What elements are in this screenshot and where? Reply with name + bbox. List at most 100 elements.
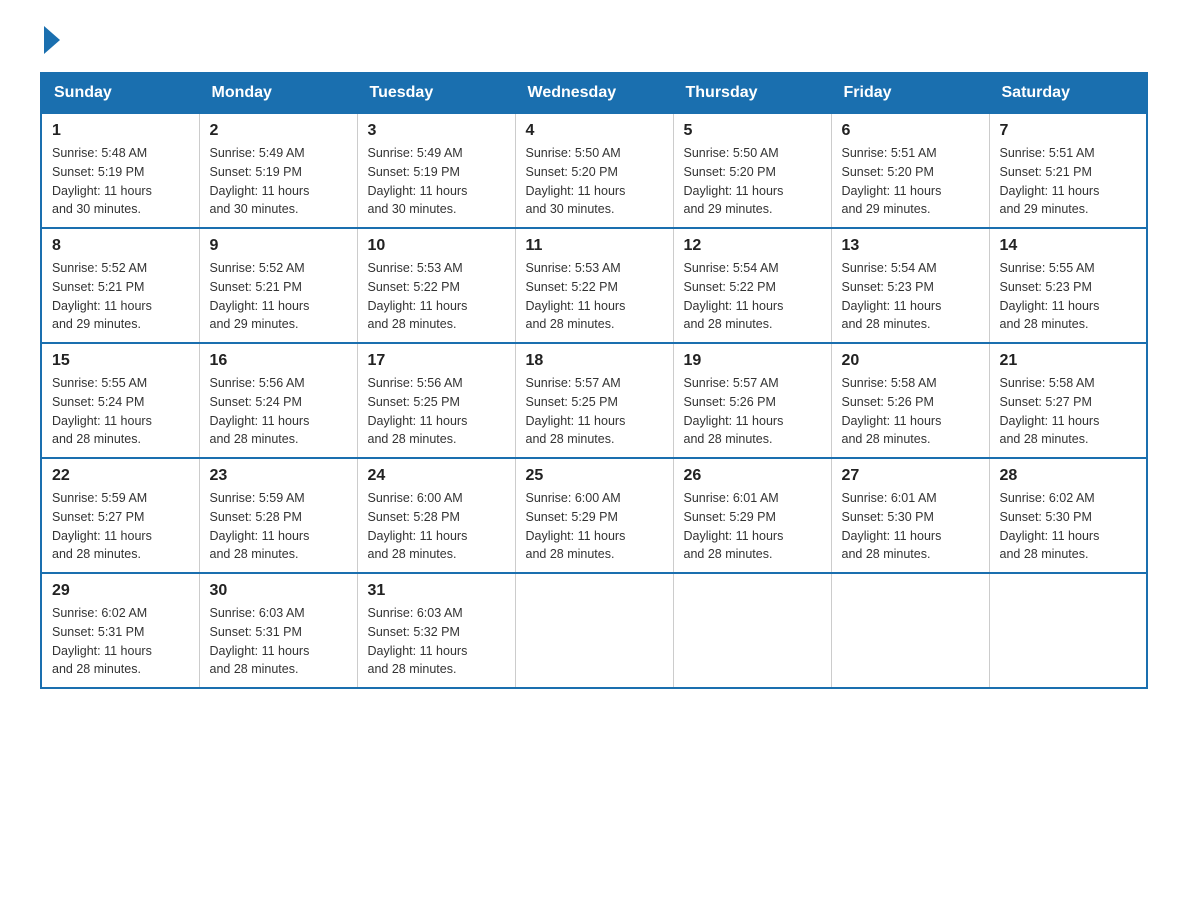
day-number: 31 — [368, 582, 505, 600]
calendar-cell: 1 Sunrise: 5:48 AM Sunset: 5:19 PM Dayli… — [41, 113, 199, 228]
day-number: 9 — [210, 237, 347, 255]
calendar-cell: 12 Sunrise: 5:54 AM Sunset: 5:22 PM Dayl… — [673, 228, 831, 343]
day-info: Sunrise: 5:51 AM Sunset: 5:21 PM Dayligh… — [1000, 144, 1137, 219]
calendar-cell: 8 Sunrise: 5:52 AM Sunset: 5:21 PM Dayli… — [41, 228, 199, 343]
calendar-cell: 31 Sunrise: 6:03 AM Sunset: 5:32 PM Dayl… — [357, 573, 515, 688]
calendar-cell: 7 Sunrise: 5:51 AM Sunset: 5:21 PM Dayli… — [989, 113, 1147, 228]
day-info: Sunrise: 6:00 AM Sunset: 5:29 PM Dayligh… — [526, 489, 663, 564]
day-info: Sunrise: 5:56 AM Sunset: 5:24 PM Dayligh… — [210, 374, 347, 449]
calendar-cell — [989, 573, 1147, 688]
calendar-cell: 11 Sunrise: 5:53 AM Sunset: 5:22 PM Dayl… — [515, 228, 673, 343]
calendar-cell: 4 Sunrise: 5:50 AM Sunset: 5:20 PM Dayli… — [515, 113, 673, 228]
calendar-cell: 18 Sunrise: 5:57 AM Sunset: 5:25 PM Dayl… — [515, 343, 673, 458]
day-info: Sunrise: 6:02 AM Sunset: 5:30 PM Dayligh… — [1000, 489, 1137, 564]
day-info: Sunrise: 6:03 AM Sunset: 5:32 PM Dayligh… — [368, 604, 505, 679]
day-number: 25 — [526, 467, 663, 485]
day-number: 20 — [842, 352, 979, 370]
calendar-cell: 13 Sunrise: 5:54 AM Sunset: 5:23 PM Dayl… — [831, 228, 989, 343]
day-number: 2 — [210, 122, 347, 140]
calendar-cell: 16 Sunrise: 5:56 AM Sunset: 5:24 PM Dayl… — [199, 343, 357, 458]
day-number: 15 — [52, 352, 189, 370]
day-info: Sunrise: 5:57 AM Sunset: 5:25 PM Dayligh… — [526, 374, 663, 449]
day-number: 29 — [52, 582, 189, 600]
day-number: 16 — [210, 352, 347, 370]
calendar-header-saturday: Saturday — [989, 73, 1147, 113]
day-number: 7 — [1000, 122, 1137, 140]
calendar-cell: 26 Sunrise: 6:01 AM Sunset: 5:29 PM Dayl… — [673, 458, 831, 573]
calendar-header-monday: Monday — [199, 73, 357, 113]
calendar-cell: 17 Sunrise: 5:56 AM Sunset: 5:25 PM Dayl… — [357, 343, 515, 458]
calendar-cell: 30 Sunrise: 6:03 AM Sunset: 5:31 PM Dayl… — [199, 573, 357, 688]
calendar-cell — [831, 573, 989, 688]
day-info: Sunrise: 6:02 AM Sunset: 5:31 PM Dayligh… — [52, 604, 189, 679]
logo — [40, 30, 60, 52]
day-info: Sunrise: 5:48 AM Sunset: 5:19 PM Dayligh… — [52, 144, 189, 219]
calendar-header-tuesday: Tuesday — [357, 73, 515, 113]
day-number: 28 — [1000, 467, 1137, 485]
calendar-table: SundayMondayTuesdayWednesdayThursdayFrid… — [40, 72, 1148, 689]
day-number: 6 — [842, 122, 979, 140]
day-number: 21 — [1000, 352, 1137, 370]
day-info: Sunrise: 5:51 AM Sunset: 5:20 PM Dayligh… — [842, 144, 979, 219]
day-info: Sunrise: 5:55 AM Sunset: 5:23 PM Dayligh… — [1000, 259, 1137, 334]
day-number: 17 — [368, 352, 505, 370]
calendar-week-row: 29 Sunrise: 6:02 AM Sunset: 5:31 PM Dayl… — [41, 573, 1147, 688]
day-number: 5 — [684, 122, 821, 140]
day-number: 26 — [684, 467, 821, 485]
calendar-week-row: 22 Sunrise: 5:59 AM Sunset: 5:27 PM Dayl… — [41, 458, 1147, 573]
calendar-cell: 28 Sunrise: 6:02 AM Sunset: 5:30 PM Dayl… — [989, 458, 1147, 573]
calendar-cell: 5 Sunrise: 5:50 AM Sunset: 5:20 PM Dayli… — [673, 113, 831, 228]
day-info: Sunrise: 5:49 AM Sunset: 5:19 PM Dayligh… — [210, 144, 347, 219]
logo-arrow-icon — [44, 26, 60, 54]
calendar-cell — [515, 573, 673, 688]
calendar-cell: 19 Sunrise: 5:57 AM Sunset: 5:26 PM Dayl… — [673, 343, 831, 458]
day-info: Sunrise: 5:53 AM Sunset: 5:22 PM Dayligh… — [368, 259, 505, 334]
day-number: 3 — [368, 122, 505, 140]
calendar-cell: 24 Sunrise: 6:00 AM Sunset: 5:28 PM Dayl… — [357, 458, 515, 573]
calendar-week-row: 8 Sunrise: 5:52 AM Sunset: 5:21 PM Dayli… — [41, 228, 1147, 343]
day-info: Sunrise: 5:54 AM Sunset: 5:22 PM Dayligh… — [684, 259, 821, 334]
calendar-header-row: SundayMondayTuesdayWednesdayThursdayFrid… — [41, 73, 1147, 113]
day-number: 23 — [210, 467, 347, 485]
calendar-cell: 25 Sunrise: 6:00 AM Sunset: 5:29 PM Dayl… — [515, 458, 673, 573]
day-number: 24 — [368, 467, 505, 485]
calendar-header-wednesday: Wednesday — [515, 73, 673, 113]
calendar-cell — [673, 573, 831, 688]
calendar-week-row: 15 Sunrise: 5:55 AM Sunset: 5:24 PM Dayl… — [41, 343, 1147, 458]
calendar-cell: 27 Sunrise: 6:01 AM Sunset: 5:30 PM Dayl… — [831, 458, 989, 573]
day-number: 12 — [684, 237, 821, 255]
day-info: Sunrise: 6:03 AM Sunset: 5:31 PM Dayligh… — [210, 604, 347, 679]
day-info: Sunrise: 5:59 AM Sunset: 5:27 PM Dayligh… — [52, 489, 189, 564]
day-info: Sunrise: 5:50 AM Sunset: 5:20 PM Dayligh… — [526, 144, 663, 219]
day-number: 19 — [684, 352, 821, 370]
day-number: 11 — [526, 237, 663, 255]
day-number: 1 — [52, 122, 189, 140]
calendar-cell: 9 Sunrise: 5:52 AM Sunset: 5:21 PM Dayli… — [199, 228, 357, 343]
day-info: Sunrise: 5:58 AM Sunset: 5:26 PM Dayligh… — [842, 374, 979, 449]
day-number: 30 — [210, 582, 347, 600]
day-number: 22 — [52, 467, 189, 485]
day-info: Sunrise: 5:53 AM Sunset: 5:22 PM Dayligh… — [526, 259, 663, 334]
calendar-header-sunday: Sunday — [41, 73, 199, 113]
calendar-cell: 21 Sunrise: 5:58 AM Sunset: 5:27 PM Dayl… — [989, 343, 1147, 458]
calendar-cell: 2 Sunrise: 5:49 AM Sunset: 5:19 PM Dayli… — [199, 113, 357, 228]
calendar-header-thursday: Thursday — [673, 73, 831, 113]
calendar-cell: 6 Sunrise: 5:51 AM Sunset: 5:20 PM Dayli… — [831, 113, 989, 228]
day-info: Sunrise: 6:01 AM Sunset: 5:29 PM Dayligh… — [684, 489, 821, 564]
calendar-header-friday: Friday — [831, 73, 989, 113]
calendar-cell: 22 Sunrise: 5:59 AM Sunset: 5:27 PM Dayl… — [41, 458, 199, 573]
day-info: Sunrise: 5:54 AM Sunset: 5:23 PM Dayligh… — [842, 259, 979, 334]
calendar-cell: 20 Sunrise: 5:58 AM Sunset: 5:26 PM Dayl… — [831, 343, 989, 458]
day-info: Sunrise: 5:50 AM Sunset: 5:20 PM Dayligh… — [684, 144, 821, 219]
day-info: Sunrise: 5:56 AM Sunset: 5:25 PM Dayligh… — [368, 374, 505, 449]
page-header — [40, 30, 1148, 52]
day-info: Sunrise: 5:55 AM Sunset: 5:24 PM Dayligh… — [52, 374, 189, 449]
calendar-cell: 15 Sunrise: 5:55 AM Sunset: 5:24 PM Dayl… — [41, 343, 199, 458]
calendar-cell: 29 Sunrise: 6:02 AM Sunset: 5:31 PM Dayl… — [41, 573, 199, 688]
day-number: 14 — [1000, 237, 1137, 255]
day-info: Sunrise: 5:59 AM Sunset: 5:28 PM Dayligh… — [210, 489, 347, 564]
day-info: Sunrise: 6:00 AM Sunset: 5:28 PM Dayligh… — [368, 489, 505, 564]
calendar-cell: 14 Sunrise: 5:55 AM Sunset: 5:23 PM Dayl… — [989, 228, 1147, 343]
day-number: 13 — [842, 237, 979, 255]
day-info: Sunrise: 5:57 AM Sunset: 5:26 PM Dayligh… — [684, 374, 821, 449]
